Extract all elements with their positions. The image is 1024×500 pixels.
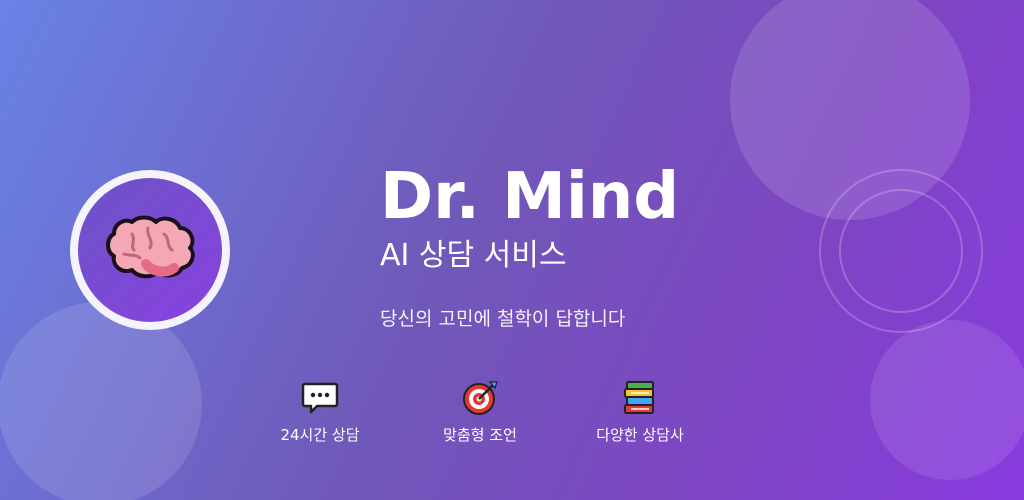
avatar bbox=[70, 170, 230, 330]
feature-label: 맞춤형 조언 bbox=[443, 426, 517, 444]
page-subtitle: AI 상담 서비스 bbox=[380, 238, 567, 273]
feature-label: 다양한 상담사 bbox=[596, 426, 684, 444]
page-title: Dr. Mind bbox=[380, 160, 680, 234]
feature-various-counselors: 다양한 상담사 bbox=[565, 380, 715, 446]
brain-icon bbox=[106, 215, 195, 279]
feature-24h-consulting: 24시간 상담 bbox=[245, 380, 395, 446]
decor-circle bbox=[0, 302, 202, 500]
tagline: 당신의 고민에 철학이 답합니다 bbox=[380, 308, 626, 330]
feature-label: 24시간 상담 bbox=[280, 426, 360, 444]
feature-custom-advice: 맞춤형 조언 bbox=[405, 380, 555, 446]
books-icon bbox=[624, 381, 654, 414]
target-icon bbox=[463, 381, 498, 415]
avatar-inner bbox=[78, 178, 222, 322]
hero-banner: Dr. Mind AI 상담 서비스 당신의 고민에 철학이 답합니다 24시간… bbox=[0, 0, 1024, 500]
speech-bubble-icon bbox=[301, 382, 339, 414]
decor-circle bbox=[870, 320, 1024, 480]
decor-ring bbox=[839, 189, 963, 313]
